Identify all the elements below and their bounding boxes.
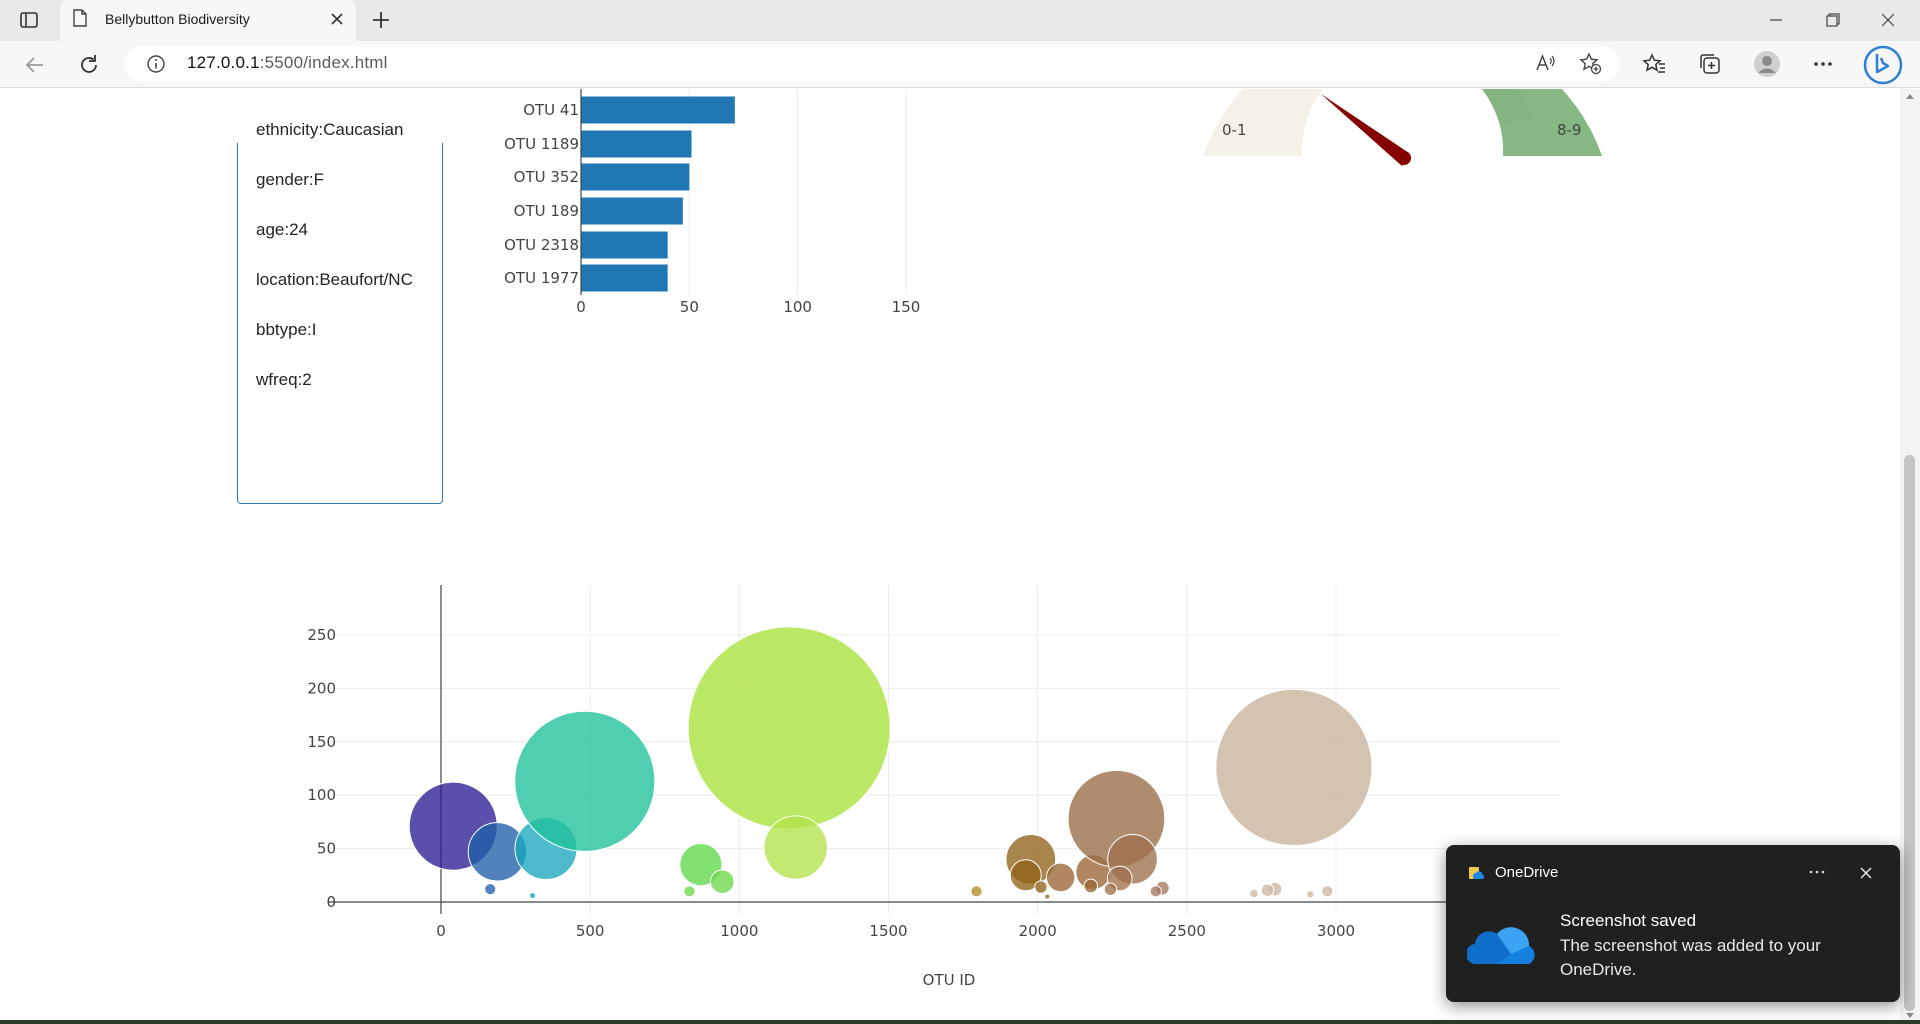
toast-body: The screenshot was added to your OneDriv… bbox=[1560, 936, 1821, 979]
add-favorite-icon[interactable] bbox=[1578, 51, 1602, 75]
bubble bbox=[970, 885, 983, 898]
bubble-y-tick-label: 150 bbox=[307, 733, 336, 751]
new-tab-icon[interactable] bbox=[369, 8, 393, 32]
more-options-icon[interactable] bbox=[1810, 51, 1836, 77]
bubble-y-tick-label: 100 bbox=[307, 786, 336, 804]
bubble-y-tick-label: 250 bbox=[307, 626, 336, 644]
minimize-icon[interactable] bbox=[1762, 8, 1790, 32]
bubble bbox=[1044, 893, 1051, 900]
bubble bbox=[514, 710, 656, 852]
bubble bbox=[1306, 890, 1315, 899]
bubble bbox=[763, 815, 828, 880]
bubble bbox=[1149, 885, 1162, 898]
bing-copilot-icon[interactable] bbox=[1863, 45, 1903, 85]
toast-close-icon[interactable] bbox=[1855, 862, 1877, 884]
window-close-icon[interactable] bbox=[1874, 8, 1902, 32]
bubble bbox=[1034, 880, 1048, 894]
bubble-y-tick-label: 0 bbox=[326, 893, 336, 911]
close-tab-icon[interactable] bbox=[326, 8, 348, 30]
tab-title: Bellybutton Biodiversity bbox=[105, 11, 250, 27]
bubble-y-tick-label: 50 bbox=[317, 840, 336, 858]
bubble bbox=[1215, 688, 1373, 847]
onedrive-app-icon bbox=[1469, 867, 1484, 880]
bubble bbox=[528, 891, 537, 900]
bubble bbox=[687, 626, 891, 830]
scroll-up-arrow-icon[interactable] bbox=[1905, 92, 1915, 100]
restore-icon[interactable] bbox=[1818, 8, 1846, 32]
bubble-x-tick-label: 0 bbox=[436, 922, 446, 940]
bubble bbox=[484, 883, 497, 896]
url-path: :5500/index.html bbox=[259, 53, 388, 72]
sidebar-toggle-icon[interactable] bbox=[18, 9, 40, 31]
url-text[interactable]: 127.0.0.1:5500/index.html bbox=[187, 53, 388, 73]
taskbar-edge bbox=[0, 1020, 1920, 1024]
profile-avatar-icon[interactable] bbox=[1753, 50, 1781, 78]
back-arrow-icon[interactable] bbox=[22, 52, 48, 78]
bubble bbox=[1103, 882, 1118, 896]
bubble-x-tick-label: 1000 bbox=[720, 922, 758, 940]
reload-icon[interactable] bbox=[76, 52, 102, 78]
bubble bbox=[683, 885, 696, 898]
onedrive-cloud-icon bbox=[1467, 927, 1535, 965]
bubble bbox=[1045, 862, 1076, 893]
info-icon[interactable] bbox=[146, 54, 166, 74]
bubble-x-axis-title: OTU ID bbox=[923, 971, 976, 989]
collections-icon[interactable] bbox=[1697, 51, 1723, 77]
scroll-down-arrow-icon[interactable] bbox=[1905, 1012, 1915, 1020]
bubble bbox=[1083, 878, 1099, 894]
bubble-x-tick-label: 1500 bbox=[869, 922, 907, 940]
bubble bbox=[710, 869, 735, 894]
bubble-x-tick-label: 2000 bbox=[1019, 922, 1057, 940]
toast-more-options-icon[interactable] bbox=[1805, 862, 1829, 882]
toast-title: Screenshot saved bbox=[1560, 911, 1697, 930]
bubble-x-tick-label: 500 bbox=[576, 922, 605, 940]
document-icon bbox=[73, 9, 87, 27]
url-host: 127.0.0.1 bbox=[187, 53, 260, 72]
bubble bbox=[1249, 888, 1259, 899]
bubble-x-tick-label: 2500 bbox=[1168, 922, 1206, 940]
bubble-x-tick-label: 3000 bbox=[1317, 922, 1355, 940]
bubble-y-tick-label: 200 bbox=[307, 679, 336, 697]
bubble bbox=[1260, 883, 1275, 897]
bubble bbox=[1321, 885, 1334, 898]
read-aloud-icon[interactable] bbox=[1533, 51, 1557, 75]
favorites-icon[interactable] bbox=[1641, 51, 1667, 77]
scrollbar-thumb[interactable] bbox=[1904, 455, 1915, 1011]
toast-app-name: OneDrive bbox=[1495, 864, 1559, 881]
